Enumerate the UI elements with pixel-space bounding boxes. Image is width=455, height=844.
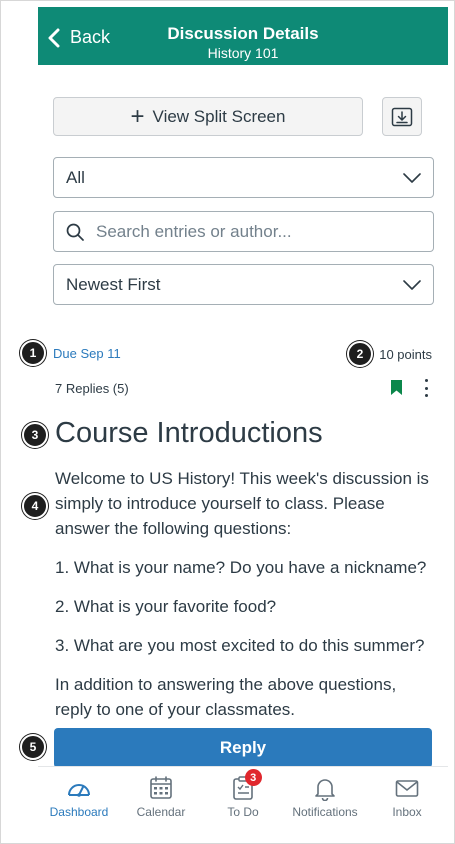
- tab-dashboard[interactable]: Dashboard: [38, 767, 120, 831]
- plus-icon: +: [130, 102, 145, 130]
- tab-notifications[interactable]: Notifications: [284, 767, 366, 831]
- points-value: 10 points: [379, 347, 432, 362]
- todo-count-badge: 3: [244, 769, 262, 786]
- download-button[interactable]: [382, 97, 422, 136]
- callout-4: 4: [22, 493, 48, 519]
- calendar-icon: [150, 776, 172, 799]
- view-split-screen-button[interactable]: + View Split Screen: [53, 97, 363, 136]
- app-frame: Back Discussion Details History 101 + Vi…: [0, 0, 455, 844]
- bookmark-icon[interactable]: [390, 379, 403, 396]
- body-paragraph: In addition to answering the above quest…: [55, 675, 397, 719]
- filter-select[interactable]: All: [53, 157, 434, 198]
- body-paragraph: 1. What is your name? Do you have a nick…: [55, 558, 427, 577]
- tab-bar: Dashboard Calendar To Do 3 Notifications…: [38, 766, 448, 831]
- split-screen-label: View Split Screen: [152, 106, 286, 126]
- filter-value: All: [66, 167, 85, 187]
- page-title: Discussion Details: [167, 24, 319, 43]
- sort-value: Newest First: [66, 274, 161, 294]
- tab-calendar[interactable]: Calendar: [120, 767, 202, 831]
- body-paragraph: Welcome to US History! This week's discu…: [55, 469, 429, 538]
- sort-select[interactable]: Newest First: [53, 264, 434, 305]
- tab-label: Notifications: [292, 805, 358, 819]
- callout-5: 5: [20, 734, 46, 760]
- callout-3: 3: [22, 422, 48, 448]
- tab-label: To Do: [227, 805, 259, 819]
- callout-2: 2: [347, 341, 373, 367]
- reply-button[interactable]: Reply: [54, 728, 432, 768]
- discussion-title: Course Introductions: [55, 417, 323, 449]
- tab-label: Inbox: [392, 805, 422, 819]
- page-subtitle: History 101: [207, 45, 279, 61]
- more-options-icon[interactable]: [421, 379, 431, 397]
- download-icon: [391, 107, 413, 126]
- search-icon: [66, 223, 84, 241]
- body-paragraph: 3. What are you most excited to do this …: [55, 636, 425, 655]
- chevron-down-icon: [403, 279, 421, 290]
- chevron-down-icon: [403, 172, 421, 183]
- tab-todo[interactable]: To Do 3: [202, 767, 284, 831]
- header-bar: Back Discussion Details History 101: [38, 7, 448, 65]
- inbox-icon: [395, 780, 419, 797]
- tab-label: Dashboard: [49, 805, 109, 819]
- tab-label: Calendar: [136, 805, 186, 819]
- dashboard-icon: [68, 784, 90, 797]
- search-input[interactable]: Search entries or author...: [53, 211, 434, 252]
- bell-icon: [315, 779, 335, 801]
- callout-1: 1: [20, 340, 46, 366]
- search-placeholder: Search entries or author...: [96, 221, 292, 241]
- replies-count: 7 Replies (5): [55, 381, 129, 396]
- due-date: Due Sep 11: [53, 346, 121, 361]
- tab-inbox[interactable]: Inbox: [366, 767, 448, 831]
- discussion-body: Welcome to US History! This week's discu…: [55, 466, 430, 736]
- body-paragraph: 2. What is your favorite food?: [55, 597, 277, 616]
